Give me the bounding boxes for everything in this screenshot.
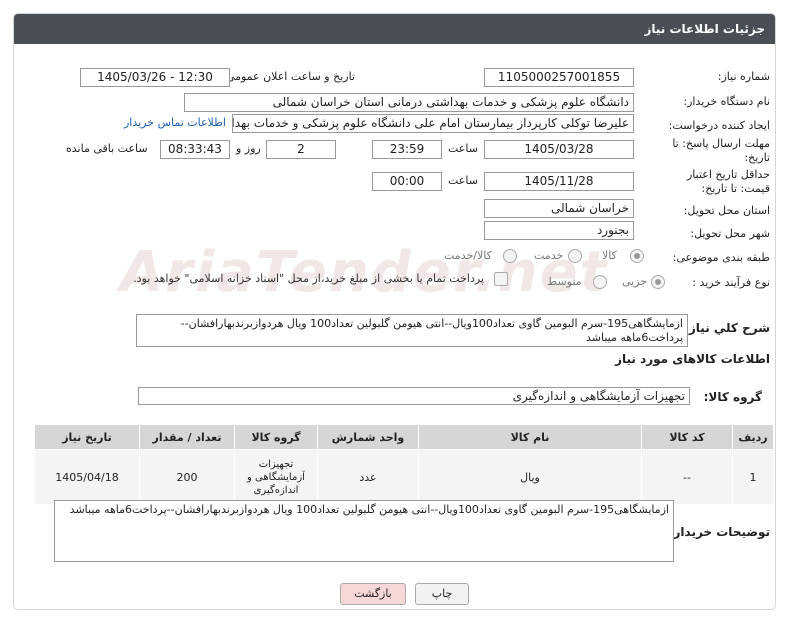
city-label: شهر محل تحویل: <box>690 227 770 240</box>
category-both-label: کالا/خدمت <box>444 249 492 262</box>
reply-date-field: 1405/03/28 <box>484 140 634 159</box>
buyer-notes-label: توضیحات خریدار: <box>668 525 770 539</box>
category-service-radio[interactable] <box>568 249 582 263</box>
requester-field: علیرضا توکلی کارپرداز بیمارستان امام علی… <box>232 114 634 133</box>
goods-group-field: تجهیزات آزمایشگاهی و اندازه‌گیری <box>138 387 690 405</box>
cell-goods-code: -- <box>641 449 733 505</box>
category-goods-label: کالا <box>602 249 617 262</box>
col-row-number: ردیف <box>732 424 774 450</box>
cell-quantity: 200 <box>139 449 235 505</box>
panel-title: جزئیات اطلاعات نیاز <box>644 22 765 36</box>
category-both-radio[interactable] <box>503 249 517 263</box>
process-medium-label: متوسط <box>547 275 582 288</box>
buyer-org-field: دانشگاه علوم پزشکی و خدمات بهداشتی درمان… <box>184 93 634 112</box>
validity-date-field: 1405/11/28 <box>484 172 634 191</box>
col-unit: واحد شمارش <box>317 424 419 450</box>
col-quantity: تعداد / مقدار <box>139 424 235 450</box>
items-table-header: ردیف کد کالا نام کالا واحد شمارش گروه کا… <box>34 424 774 450</box>
process-minor-radio[interactable] <box>651 275 665 289</box>
announce-datetime-label: تاریخ و ساعت اعلان عمومی: <box>222 70 355 83</box>
panel-header: جزئیات اطلاعات نیاز <box>14 14 775 44</box>
category-label: طبقه بندی موضوعی: <box>672 251 770 264</box>
reply-deadline-label: مهلت ارسال پاسخ: تا تاریخ: <box>672 137 770 164</box>
province-field: خراسان شمالی <box>484 199 634 218</box>
need-number-field: 1105000257001855 <box>484 68 634 87</box>
items-table: ردیف کد کالا نام کالا واحد شمارش گروه کا… <box>34 424 774 505</box>
category-service-label: خدمت <box>534 249 564 262</box>
treasury-payment-note: پرداخت تمام یا بخشی از مبلغ خرید،از محل … <box>133 272 484 285</box>
col-goods-code: کد کالا <box>641 424 733 450</box>
announce-datetime-field: 1405/03/26 - 12:30 <box>80 68 230 87</box>
goods-group-label: گروه کالا: <box>703 390 762 404</box>
process-minor-label: جزیی <box>622 275 648 288</box>
description-label: شرح کلي نياز: <box>684 321 770 335</box>
col-goods-group: گروه کالا <box>234 424 318 450</box>
table-row: 1 -- ویال عدد تجهیزات آزمایشگاهی و انداز… <box>34 449 774 505</box>
price-validity-label: حداقل تاریخ اعتبار قیمت: تا تاریخ: <box>686 168 770 195</box>
validity-time-field: 00:00 <box>372 172 442 191</box>
remaining-label: ساعت باقی مانده <box>66 142 148 155</box>
province-label: استان محل تحویل: <box>683 204 770 217</box>
days-field: 2 <box>266 140 336 159</box>
items-info-heading: اطلاعات کالاهای مورد نیاز <box>615 352 770 366</box>
cell-goods-name: ویال <box>418 449 642 505</box>
cell-row-number: 1 <box>732 449 774 505</box>
col-need-date: تاریخ نیاز <box>34 424 140 450</box>
cell-goods-group: تجهیزات آزمایشگاهی و اندازه‌گیری <box>234 449 318 505</box>
cell-unit: عدد <box>317 449 419 505</box>
city-field: بجنورد <box>484 221 634 240</box>
print-button[interactable]: چاپ <box>415 583 469 605</box>
reply-time-field: 23:59 <box>372 140 442 159</box>
remaining-time-field: 08:33:43 <box>160 140 230 159</box>
reply-hour-label: ساعت <box>448 142 478 155</box>
buyer-contact-link[interactable]: اطلاعات تماس خریدار <box>124 116 226 129</box>
buyer-notes-text: ازمایشگاهی195-سرم البومین گاوی تعداد100و… <box>54 500 674 562</box>
back-button[interactable]: بازگشت <box>340 583 406 605</box>
process-medium-radio[interactable] <box>593 275 607 289</box>
col-goods-name: نام کالا <box>418 424 642 450</box>
buyer-org-label: نام دستگاه خریدار: <box>683 95 770 108</box>
requester-label: ایجاد کننده درخواست: <box>668 119 770 132</box>
cell-need-date: 1405/04/18 <box>34 449 140 505</box>
need-number-label: شماره نیاز: <box>717 70 770 83</box>
treasury-payment-checkbox[interactable] <box>494 272 508 286</box>
process-type-label: نوع فرآیند خرید : <box>692 276 770 289</box>
validity-hour-label: ساعت <box>448 174 478 187</box>
category-goods-radio[interactable] <box>630 249 644 263</box>
days-label: روز و <box>236 142 261 155</box>
description-text: ازمایشگاهی195-سرم البومین گاوی تعداد100و… <box>136 314 688 347</box>
